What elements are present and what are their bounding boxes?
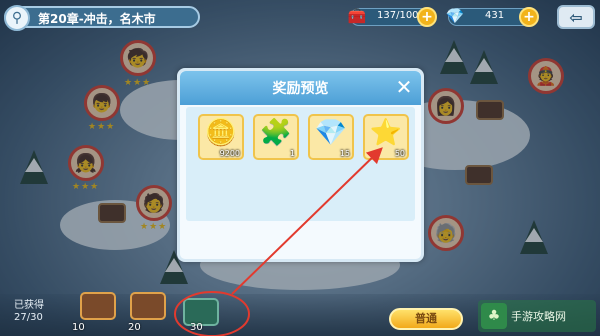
reward-chest-1[interactable] — [80, 292, 116, 320]
close-icon: ✕ — [395, 75, 413, 99]
reward-count: 50 — [394, 149, 405, 158]
back-button[interactable]: ⇦ — [557, 5, 595, 29]
stamina-value: 137/100 — [377, 10, 419, 21]
reward-chest-2[interactable] — [130, 292, 166, 320]
energy-icon: 🧰 — [347, 7, 367, 25]
chest-count: 30 — [190, 322, 203, 333]
reward-count: 15 — [339, 149, 350, 158]
chapter-title: 第20章-冲击，名木市 — [38, 12, 156, 26]
chest-count: 10 — [72, 322, 85, 333]
chapter-banner: ⚲ 第20章-冲击，名木市 — [4, 5, 200, 31]
reward-list: 🪙 9200 🧩 1 💎 15 ⭐ 50 — [186, 107, 415, 221]
reward-preview-modal: 奖励预览 ✕ 🪙 9200 🧩 1 💎 15 ⭐ 50 — [177, 68, 424, 262]
puzzle-piece-icon: 🧩 — [259, 118, 293, 148]
modal-title: 奖励预览 — [272, 81, 329, 97]
close-button[interactable]: ✕ — [391, 74, 417, 100]
back-arrow-icon: ⇦ — [569, 7, 583, 27]
add-gems-button[interactable]: + — [519, 7, 539, 27]
tree-icon: ♣ — [481, 303, 507, 329]
reward-item[interactable]: 🧩 1 — [253, 114, 299, 160]
modal-header: 奖励预览 ✕ — [180, 71, 421, 105]
search-icon: ⚲ — [4, 5, 30, 31]
chest-count: 20 — [128, 322, 141, 333]
watermark-text: 手游攻略网 — [511, 310, 566, 323]
add-stamina-button[interactable]: + — [417, 7, 437, 27]
gem-counter: 💎 431 + — [446, 7, 539, 27]
reward-item[interactable]: 🪙 9200 — [198, 114, 244, 160]
diamond-icon: 💎 — [445, 7, 465, 25]
stamina-counter: 🧰 137/100 + — [348, 7, 437, 27]
reward-item[interactable]: ⭐ 50 — [363, 114, 409, 160]
difficulty-normal-button[interactable]: 普通 — [389, 308, 463, 330]
star-icon: ⭐ — [369, 118, 403, 148]
top-bar: ⚲ 第20章-冲击，名木市 🧰 137/100 + 💎 431 + ⇦ — [0, 0, 600, 32]
crystal-icon: 💎 — [314, 118, 348, 148]
gem-value: 431 — [485, 10, 505, 21]
reward-count: 9200 — [219, 149, 240, 158]
obtained-label: 已获得 — [14, 300, 44, 311]
reward-item[interactable]: 💎 15 — [308, 114, 354, 160]
obtained-value: 27/30 — [14, 312, 43, 323]
gold-coin-icon: 🪙 — [204, 118, 238, 148]
watermark: ♣ 手游攻略网 — [478, 300, 596, 332]
obtained-progress: 已获得 27/30 — [14, 300, 44, 324]
reward-count: 1 — [289, 149, 295, 158]
